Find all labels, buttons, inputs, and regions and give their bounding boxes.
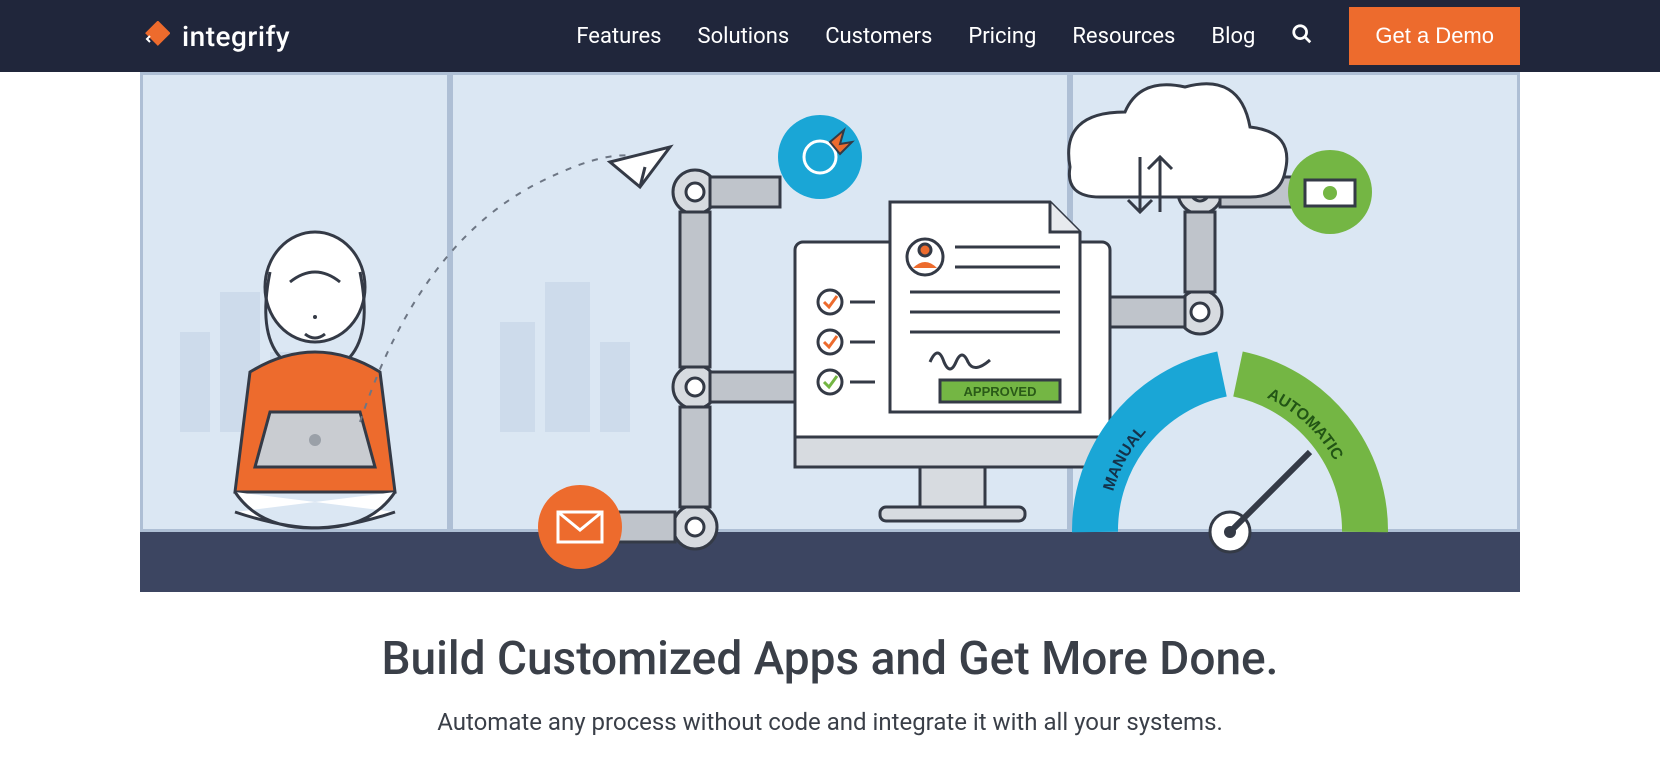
subheadline: Automate any process without code and in…	[0, 708, 1660, 736]
nav-resources[interactable]: Resources	[1072, 24, 1175, 49]
nav-solutions[interactable]: Solutions	[698, 24, 790, 49]
mail-icon	[538, 485, 622, 569]
brand-name: integrify	[182, 20, 290, 53]
document-icon: APPROVED	[890, 202, 1080, 412]
gear-icon	[673, 505, 717, 549]
approved-badge: APPROVED	[964, 384, 1037, 399]
nav-customers[interactable]: Customers	[825, 24, 932, 49]
hero-illustration: APPROVED MANUAL AUTOMATIC	[140, 72, 1520, 592]
logo-icon	[140, 21, 170, 51]
nav-pricing[interactable]: Pricing	[968, 24, 1036, 49]
brand[interactable]: integrify	[140, 20, 290, 53]
search-icon[interactable]	[1291, 23, 1313, 49]
headline-text: Build Customized Apps and Get More Done.	[0, 632, 1660, 686]
target-icon	[778, 115, 862, 199]
money-icon	[1288, 150, 1372, 234]
nav-links: Features Solutions Customers Pricing Res…	[576, 7, 1520, 65]
top-nav: integrify Features Solutions Customers P…	[0, 0, 1660, 72]
get-demo-button[interactable]: Get a Demo	[1349, 7, 1520, 65]
nav-features[interactable]: Features	[576, 24, 661, 49]
nav-blog[interactable]: Blog	[1211, 24, 1255, 49]
headline: Build Customized Apps and Get More Done.	[0, 632, 1660, 686]
